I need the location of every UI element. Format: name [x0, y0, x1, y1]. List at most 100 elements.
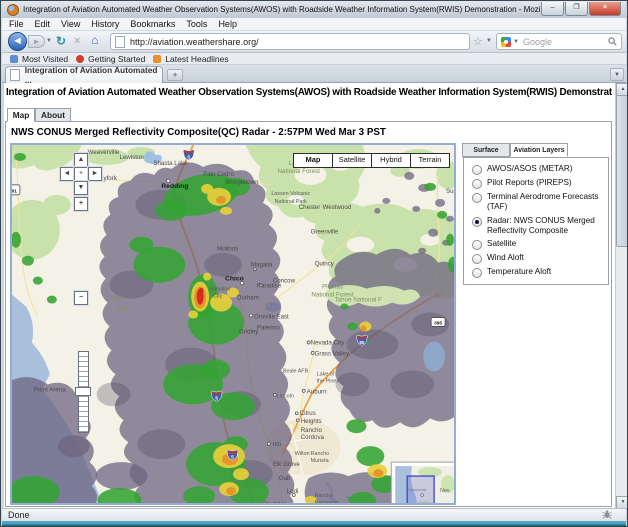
- map-type-hybrid-button[interactable]: Hybrid: [372, 153, 411, 168]
- new-tab-button[interactable]: +: [167, 69, 183, 81]
- map-type-terrain-button[interactable]: Terrain: [411, 153, 450, 168]
- search-placeholder[interactable]: Google: [523, 37, 608, 47]
- map-type-buttons: Map Satellite Hybrid Terrain: [293, 153, 450, 168]
- zoom-slider-handle[interactable]: [75, 387, 91, 396]
- list-tabs-button[interactable]: ▼: [610, 68, 624, 81]
- map-label: Durham: [237, 295, 259, 302]
- map-label: Gridley: [239, 328, 259, 335]
- map-label: Rancho: [311, 451, 330, 457]
- bookmark-getting-started[interactable]: Getting Started: [88, 54, 145, 64]
- minimize-button[interactable]: –: [541, 2, 564, 16]
- map[interactable]: Weaverville Lewiston Shasta Lake Hayfork…: [10, 143, 456, 505]
- pan-right-button[interactable]: ►: [88, 167, 102, 181]
- map-label: Calaveras: [315, 500, 339, 505]
- layer-option-awos[interactable]: AWOS/ASOS (METAR): [472, 164, 608, 175]
- title-bar[interactable]: Integration of Aviation Automated Weathe…: [2, 1, 626, 18]
- page-scrollbar[interactable]: ▲ ▼: [615, 83, 627, 510]
- menu-view[interactable]: View: [61, 19, 80, 29]
- radio-checked-icon[interactable]: [472, 216, 482, 227]
- map-label: Susanville: [446, 188, 456, 195]
- back-button[interactable]: ◄: [8, 32, 27, 51]
- bug-icon[interactable]: [602, 509, 612, 521]
- page-icon: [115, 35, 125, 48]
- radio-icon[interactable]: [472, 268, 482, 278]
- layer-option-satellite[interactable]: Satellite: [472, 239, 608, 250]
- radio-icon[interactable]: [472, 165, 482, 175]
- svg-text:395: 395: [434, 320, 442, 326]
- radio-icon[interactable]: [472, 254, 482, 264]
- radio-icon[interactable]: [472, 179, 482, 189]
- stop-icon[interactable]: ×: [74, 35, 80, 47]
- us395-shield-icon: 395: [430, 317, 446, 327]
- firefox-icon: [7, 3, 19, 16]
- menu-file[interactable]: File: [9, 19, 24, 29]
- map-label: Lassen Volcanic: [271, 191, 310, 197]
- page-title: Integration of Aviation Automated Weathe…: [6, 87, 612, 98]
- window-controls: – ❐ ×: [540, 2, 621, 16]
- search-icon[interactable]: [608, 33, 617, 51]
- radio-icon[interactable]: [472, 193, 482, 203]
- pan-up-button[interactable]: ▲: [74, 153, 88, 167]
- menu-help[interactable]: Help: [218, 19, 237, 29]
- bookmark-latest-headlines[interactable]: Latest Headlines: [165, 54, 228, 64]
- layer-option-radar[interactable]: Radar: NWS CONUS Merged Reflectivity Com…: [472, 216, 608, 237]
- tab-surface-layers[interactable]: Surface Layers: [462, 143, 510, 167]
- map-label: Lincoln: [277, 393, 294, 399]
- map-label: Chester: [299, 204, 321, 211]
- bookmarks-toolbar: Most Visited Getting Started Latest Head…: [2, 53, 626, 65]
- bookmark-most-visited[interactable]: Most Visited: [22, 54, 68, 64]
- menu-history[interactable]: History: [91, 19, 119, 29]
- history-dropdown-icon[interactable]: ▼: [46, 38, 52, 44]
- layer-option-wind-aloft[interactable]: Wind Aloft: [472, 253, 608, 264]
- zoom-out-button[interactable]: −: [74, 291, 88, 305]
- svg-text:5: 5: [187, 154, 190, 160]
- menu-tools[interactable]: Tools: [186, 19, 207, 29]
- layer-option-taf[interactable]: Terminal Aerodrome Forecasts (TAF): [472, 192, 608, 213]
- map-label: Galt: [279, 475, 291, 482]
- url-bar[interactable]: http://aviation.weathershare.org/: [110, 33, 470, 50]
- layer-option-temperature-aloft[interactable]: Temperature Aloft: [472, 267, 608, 278]
- map-label: Murieta: [311, 458, 329, 464]
- map-label: Shasta Lake: [153, 160, 188, 167]
- map-type-map-button[interactable]: Map: [293, 153, 333, 168]
- home-icon[interactable]: ⌂: [91, 33, 98, 47]
- menu-edit[interactable]: Edit: [35, 19, 51, 29]
- map-type-satellite-button[interactable]: Satellite: [333, 153, 372, 168]
- map-label: Rancho: [301, 427, 323, 434]
- map-label: Beale AFB: [283, 368, 309, 374]
- tab-about[interactable]: About: [35, 108, 71, 122]
- map-label: Lake of: [317, 371, 335, 377]
- menu-bookmarks[interactable]: Bookmarks: [130, 19, 175, 29]
- pan-left-button[interactable]: ◄: [60, 167, 74, 181]
- map-label: Elk Grove: [273, 461, 301, 468]
- tab-aviation-layers[interactable]: Aviation Layers: [510, 143, 568, 157]
- map-label: the Pines: [317, 378, 340, 384]
- bookmark-dropdown-icon[interactable]: ▼: [486, 38, 492, 44]
- forward-button[interactable]: ►: [28, 35, 45, 48]
- radio-icon[interactable]: [472, 240, 482, 250]
- map-label: Quincy: [315, 261, 335, 268]
- map-label: Westwood: [323, 204, 352, 211]
- search-box[interactable]: ▼ Google: [496, 33, 622, 50]
- url-text[interactable]: http://aviation.weathershare.org/: [130, 37, 259, 47]
- zoom-in-button[interactable]: +: [74, 197, 88, 211]
- scrollbar-thumb[interactable]: [616, 95, 627, 247]
- inset-viewport-rect[interactable]: [406, 475, 435, 505]
- reload-icon[interactable]: ↻: [56, 34, 66, 48]
- maximize-button[interactable]: ❐: [565, 2, 588, 16]
- menu-bar: File Edit View History Bookmarks Tools H…: [2, 18, 626, 31]
- map-label: City: [213, 294, 223, 300]
- tab-page-icon: [10, 69, 20, 81]
- overview-inset-map[interactable]: Nev Sacramento: [390, 461, 456, 505]
- pan-down-button[interactable]: ▼: [74, 181, 88, 195]
- map-label: Palermo: [257, 324, 280, 331]
- search-engine-dropdown-icon[interactable]: ▼: [513, 39, 519, 45]
- close-button[interactable]: ×: [589, 2, 621, 16]
- map-label: Oroville East: [254, 314, 289, 321]
- layer-option-pireps[interactable]: Pilot Reports (PIREPS): [472, 178, 608, 189]
- bookmark-star-icon[interactable]: ☆: [473, 35, 483, 48]
- pan-center-button[interactable]: +: [74, 167, 88, 181]
- latest-headlines-icon: [153, 54, 162, 63]
- browser-tab[interactable]: Integration of Aviation Automated ...: [5, 65, 163, 85]
- tab-map[interactable]: Map: [7, 108, 35, 122]
